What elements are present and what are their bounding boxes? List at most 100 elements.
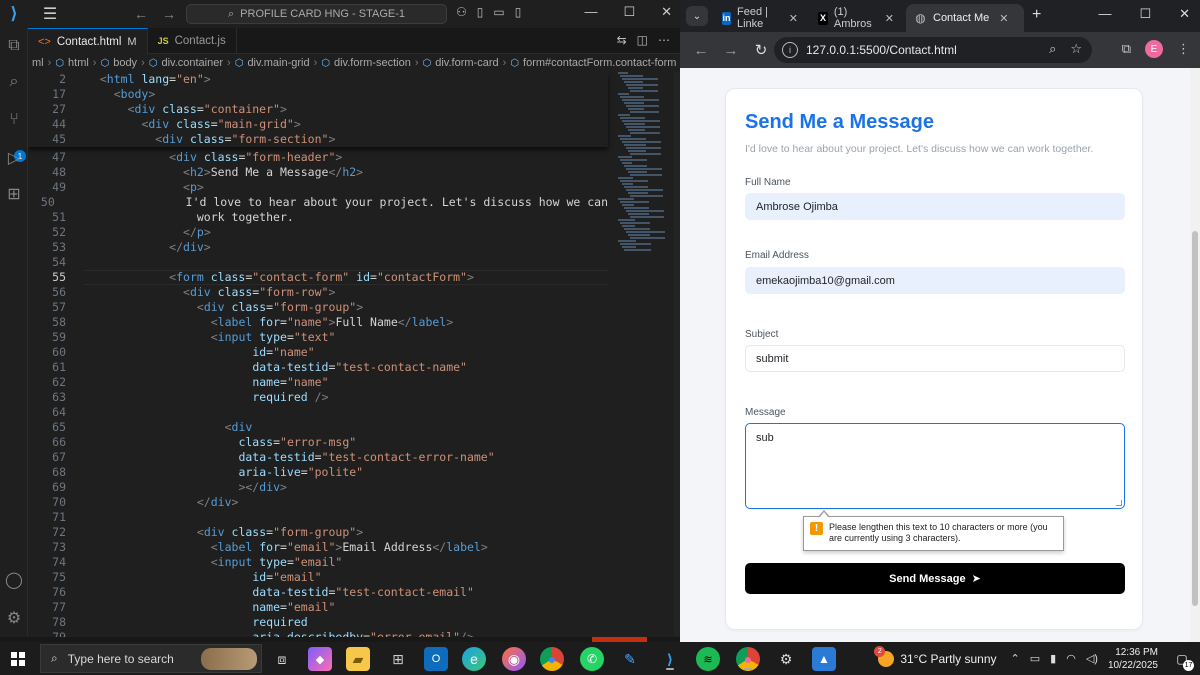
compare-icon[interactable]: ⇆ (617, 33, 627, 47)
tab-x[interactable]: X (1) Ambros ✕ (810, 4, 902, 32)
line-number[interactable]: 73 (28, 540, 66, 555)
breadcrumb-item[interactable]: div.form-section (334, 57, 411, 69)
bookmark-star-icon[interactable]: ☆ (1070, 41, 1082, 57)
line-number[interactable]: 45 (28, 132, 66, 147)
line-number[interactable]: 75 (28, 570, 66, 585)
outlook-icon[interactable]: O (424, 647, 448, 671)
address-bar[interactable]: i 127.0.0.1:5500/Contact.html ⌕ ☆ (774, 37, 1092, 63)
forward-icon[interactable]: → (722, 42, 740, 59)
task-view-icon[interactable]: ⧈ (270, 647, 294, 671)
line-number[interactable]: 64 (28, 405, 66, 420)
start-button[interactable] (0, 642, 36, 675)
line-number[interactable]: 52 (28, 225, 66, 240)
tab-contact-html[interactable]: <> Contact.html M (28, 28, 148, 54)
line-number[interactable]: 51 (28, 210, 66, 225)
back-arrow-icon[interactable]: ← (134, 6, 148, 22)
notification-icon[interactable]: ▢ 17 (1172, 649, 1194, 671)
reload-icon[interactable]: ↻ (752, 41, 770, 59)
breadcrumb-item[interactable]: div.container (161, 57, 223, 69)
line-number[interactable]: 55 (28, 270, 66, 285)
minimize-icon[interactable]: — (584, 4, 597, 20)
menu-icon[interactable]: ☰ (36, 0, 64, 28)
line-number[interactable]: 78 (28, 615, 66, 630)
line-number[interactable]: 71 (28, 510, 66, 525)
account-icon[interactable]: ◯ (4, 570, 24, 590)
line-number[interactable]: 69 (28, 480, 66, 495)
chevron-up-icon[interactable]: ⌃ (1011, 652, 1020, 665)
scrollbar-thumb[interactable] (1192, 231, 1198, 606)
forward-arrow-icon[interactable]: → (162, 6, 176, 22)
line-number[interactable]: 77 (28, 600, 66, 615)
zoom-icon[interactable]: ⌕ (1049, 41, 1056, 57)
minimize-icon[interactable]: — (1098, 6, 1111, 22)
breadcrumb-item[interactable]: form#contactForm.contact-form (523, 57, 676, 69)
line-number[interactable]: 57 (28, 300, 66, 315)
extensions-icon[interactable]: ⊞ (4, 184, 24, 204)
close-tab-icon[interactable]: ✕ (999, 12, 1008, 25)
gear-icon[interactable]: ⚙ (4, 608, 24, 628)
weather-widget[interactable]: 2 31°C Partly sunny (874, 645, 997, 667)
pinned-app-icon[interactable]: ✎ (618, 647, 642, 671)
line-number[interactable]: 58 (28, 315, 66, 330)
chrome-icon[interactable]: ● (540, 647, 564, 671)
command-center-search[interactable]: ⌕ PROFILE CARD HNG - STAGE-1 (186, 4, 447, 24)
line-number[interactable]: 27 (28, 102, 66, 117)
layout-sidebar-icon[interactable]: ▯ (515, 5, 522, 19)
close-icon[interactable]: ✕ (661, 4, 672, 20)
line-number[interactable]: 49 (28, 180, 66, 195)
line-number[interactable]: 47 (28, 150, 66, 165)
edge-icon[interactable]: e (462, 647, 486, 671)
layout-panel-icon[interactable]: ▭ (493, 5, 504, 19)
message-textarea[interactable]: sub (745, 423, 1125, 509)
extensions-icon[interactable]: ⧉ (1122, 41, 1131, 57)
minimap[interactable] (614, 72, 672, 252)
close-tab-icon[interactable]: ✕ (885, 12, 894, 25)
back-icon[interactable]: ← (692, 42, 710, 59)
store-icon[interactable]: ⊞ (386, 647, 410, 671)
battery-icon[interactable]: ▮ (1050, 652, 1056, 665)
line-number[interactable]: 61 (28, 360, 66, 375)
spotify-icon[interactable]: ≋ (696, 647, 720, 671)
line-number[interactable]: 54 (28, 255, 66, 270)
vscode-taskbar-icon[interactable]: ⟩ (658, 647, 682, 671)
line-number[interactable]: 48 (28, 165, 66, 180)
copilot-icon[interactable]: ⚇ (456, 5, 467, 19)
maximize-icon[interactable]: ☐ (1139, 6, 1151, 22)
line-number[interactable]: 74 (28, 555, 66, 570)
breadcrumb-item[interactable]: body (113, 57, 137, 69)
maximize-icon[interactable]: ☐ (623, 4, 635, 20)
subject-input[interactable]: submit (745, 345, 1125, 372)
file-explorer-icon[interactable]: ▰ (346, 647, 370, 671)
explorer-icon[interactable]: ⧉ (4, 36, 24, 56)
line-number[interactable]: 65 (28, 420, 66, 435)
line-number[interactable]: 76 (28, 585, 66, 600)
site-info-icon[interactable]: i (782, 42, 798, 58)
line-number[interactable]: 50 (28, 195, 55, 210)
line-number[interactable]: 53 (28, 240, 66, 255)
close-tab-icon[interactable]: ✕ (789, 12, 798, 25)
line-number[interactable]: 68 (28, 465, 66, 480)
line-number[interactable]: 2 (28, 72, 66, 87)
line-number[interactable]: 62 (28, 375, 66, 390)
breadcrumb-item[interactable]: div.form-card (435, 57, 498, 69)
line-number[interactable]: 56 (28, 285, 66, 300)
tab-search-icon[interactable]: ⌄ (686, 6, 708, 26)
firefox-icon[interactable]: ◉ (502, 647, 526, 671)
resize-handle-icon[interactable] (1116, 500, 1122, 506)
settings-gear-icon[interactable]: ⚙ (774, 647, 798, 671)
clock[interactable]: 12:36 PM 10/22/2025 (1108, 646, 1158, 672)
profile-avatar[interactable]: E (1145, 40, 1163, 58)
line-number[interactable]: 60 (28, 345, 66, 360)
copilot-icon[interactable]: ◆ (308, 647, 332, 671)
line-number[interactable]: 59 (28, 330, 66, 345)
tab-contact[interactable]: ◍ Contact Me ✕ (906, 4, 1024, 32)
code-editor[interactable]: 2 <html lang="en"> 17 <body> 27 <div class="c… (28, 72, 680, 642)
split-editor-icon[interactable]: ◫ (637, 33, 648, 47)
line-number[interactable]: 72 (28, 525, 66, 540)
photos-icon[interactable]: ▲ (812, 647, 836, 671)
source-control-icon[interactable]: ⑂ (4, 110, 24, 130)
device-icon[interactable]: ▭ (1030, 652, 1040, 665)
line-number[interactable]: 44 (28, 117, 66, 132)
full-name-input[interactable]: Ambrose Ojimba (745, 193, 1125, 220)
line-number[interactable]: 17 (28, 87, 66, 102)
